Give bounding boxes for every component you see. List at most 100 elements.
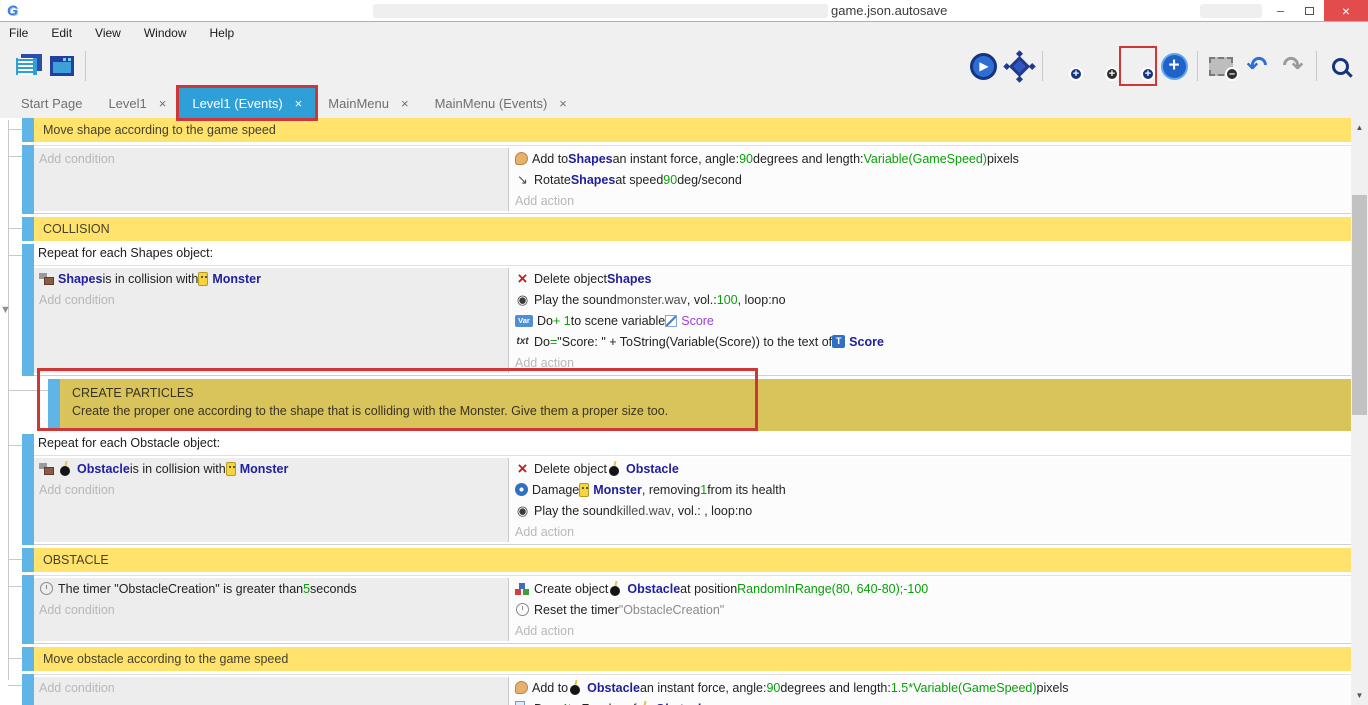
action-line[interactable]: ×Delete object Shapes	[515, 268, 1351, 289]
action-line[interactable]: txtDo = "Score: " + ToString(Variable(Sc…	[515, 331, 1351, 352]
add-subevent-icon[interactable]: +	[1084, 47, 1120, 85]
foreach-header[interactable]: Repeat for each Shapes object:	[34, 244, 1351, 265]
project-manager-icon[interactable]	[8, 47, 44, 85]
add-condition-placeholder[interactable]: Add condition	[39, 479, 508, 500]
conditions-cell[interactable]: Add condition	[34, 148, 509, 211]
conditions-cell[interactable]: The timer "ObstacleCreation" is greater …	[34, 578, 509, 641]
menu-help[interactable]: Help	[210, 26, 235, 40]
add-other-event-icon[interactable]: +	[1156, 47, 1192, 85]
event-selection-bar[interactable]	[22, 575, 34, 644]
standard-event[interactable]: The timer "ObstacleCreation" is greater …	[0, 575, 1351, 644]
delete-event-icon[interactable]: –	[1203, 47, 1239, 85]
tab-close-icon[interactable]: ×	[159, 96, 167, 111]
tab-close-icon[interactable]: ×	[401, 96, 409, 111]
menu-view[interactable]: View	[95, 26, 121, 40]
add-event-icon[interactable]: +	[1048, 47, 1084, 85]
foreach-event[interactable]: Repeat for each Obstacle object: Obstacle…	[0, 434, 1351, 545]
debug-icon[interactable]	[1001, 47, 1037, 85]
scene-editor-icon[interactable]	[44, 47, 80, 85]
standard-event[interactable]: Add condition Add to Obstacle an instant …	[0, 674, 1351, 705]
undo-icon[interactable]: ↶	[1239, 47, 1275, 85]
search-icon[interactable]	[1322, 47, 1358, 85]
text-segment: Monster	[212, 272, 261, 286]
foreach-header[interactable]: Repeat for each Obstacle object:	[34, 434, 1351, 455]
comment-event[interactable]: COLLISION	[0, 217, 1351, 241]
actions-cell[interactable]: ×Delete object ObstacleDamage Monster, r…	[509, 458, 1351, 542]
scroll-up-icon[interactable]: ▲	[1351, 120, 1368, 135]
tab-close-icon[interactable]: ×	[295, 96, 303, 111]
tab-level1-events[interactable]: Level1 (Events)×	[179, 88, 315, 118]
add-action-placeholder[interactable]: Add action	[515, 352, 1351, 373]
action-line[interactable]: ◉Play the sound monster.wav, vol.: 100, …	[515, 289, 1351, 310]
vertical-scrollbar[interactable]: ▲ ▼	[1351, 118, 1368, 705]
standard-event[interactable]: Add condition Add to Shapes an instant fo…	[0, 145, 1351, 214]
text-segment: 90	[663, 173, 677, 187]
restore-button[interactable]	[1295, 0, 1324, 21]
event-selection-bar[interactable]	[22, 434, 34, 545]
add-comment-icon[interactable]: +	[1120, 47, 1156, 85]
menu-edit[interactable]: Edit	[51, 26, 72, 40]
actions-cell[interactable]: Create object Obstacle at position Rando…	[509, 578, 1351, 641]
add-action-placeholder[interactable]: Add action	[515, 190, 1351, 211]
event-selection-bar[interactable]	[22, 145, 34, 214]
comment-text-bar[interactable]: COLLISION	[34, 217, 1351, 241]
event-selection-bar[interactable]	[22, 244, 34, 376]
tab-close-icon[interactable]: ×	[559, 96, 567, 111]
comment-text-bar[interactable]: Move shape according to the game speed	[34, 118, 1351, 142]
event-selection-bar[interactable]	[48, 379, 60, 431]
action-line[interactable]: ◉Play the sound killed.wav, vol.: , loop…	[515, 500, 1351, 521]
tab-start-page[interactable]: Start Page	[8, 88, 95, 118]
action-line[interactable]: ↘Rotate Shapes at speed 90deg/second	[515, 169, 1351, 190]
action-line[interactable]: ×Delete object Obstacle	[515, 458, 1351, 479]
actions-cell[interactable]: Add to Shapes an instant force, angle: 9…	[509, 148, 1351, 211]
action-line[interactable]: Add to Obstacle an instant force, angle:…	[515, 677, 1351, 698]
event-selection-bar[interactable]	[22, 674, 34, 705]
action-line[interactable]: Add to Shapes an instant force, angle: 9…	[515, 148, 1351, 169]
tab-level1[interactable]: Level1×	[95, 88, 179, 118]
close-button[interactable]: ×	[1324, 0, 1368, 21]
tab-mainmenu-events[interactable]: MainMenu (Events)×	[422, 88, 580, 118]
action-line[interactable]: Damage Monster, removing 1 from its heal…	[515, 479, 1351, 500]
add-condition-placeholder[interactable]: Add condition	[39, 148, 508, 169]
comment-event[interactable]: OBSTACLE	[0, 548, 1351, 572]
comment-text-bar[interactable]: Move obstacle according to the game spee…	[34, 647, 1351, 671]
conditions-cell[interactable]: Obstacle is in collision with MonsterAdd…	[34, 458, 509, 542]
comment-event[interactable]: Move obstacle according to the game spee…	[0, 647, 1351, 671]
add-condition-placeholder[interactable]: Add condition	[39, 677, 508, 698]
event-gutter	[0, 434, 22, 545]
comment-selected-bar[interactable]: CREATE PARTICLESCreate the proper one ac…	[60, 379, 1351, 431]
action-line[interactable]: Reset the timer "ObstacleCreation"	[515, 599, 1351, 620]
comment-text-bar[interactable]: OBSTACLE	[34, 548, 1351, 572]
menu-window[interactable]: Window	[144, 26, 187, 40]
condition-line[interactable]: Obstacle is in collision with Monster	[39, 458, 508, 479]
conditions-cell[interactable]: Add condition	[34, 677, 509, 705]
foreach-event[interactable]: Repeat for each Shapes object: Shapes is …	[0, 244, 1351, 376]
add-action-placeholder[interactable]: Add action	[515, 620, 1351, 641]
comment-event[interactable]: CREATE PARTICLESCreate the proper one ac…	[0, 379, 1351, 431]
condition-line[interactable]: The timer "ObstacleCreation" is greater …	[39, 578, 508, 599]
play-icon[interactable]: ▶	[965, 47, 1001, 85]
add-condition-placeholder[interactable]: Add condition	[39, 599, 508, 620]
text-segment: Obstacle	[656, 702, 709, 705]
comment-event[interactable]: Move shape according to the game speed	[0, 118, 1351, 142]
event-selection-bar[interactable]	[22, 647, 34, 671]
tab-mainmenu[interactable]: MainMenu×	[315, 88, 421, 118]
fold-arrow-icon[interactable]: ▼	[0, 304, 11, 316]
scrollbar-thumb[interactable]	[1352, 195, 1367, 415]
event-selection-bar[interactable]	[22, 118, 34, 142]
action-line[interactable]: Create object Obstacle at position Rando…	[515, 578, 1351, 599]
condition-line[interactable]: Shapes is in collision with Monster	[39, 268, 508, 289]
event-selection-bar[interactable]	[22, 217, 34, 241]
redo-icon[interactable]: ↷	[1275, 47, 1311, 85]
menu-file[interactable]: File	[9, 26, 28, 40]
add-condition-placeholder[interactable]: Add condition	[39, 289, 508, 310]
scroll-down-icon[interactable]: ▼	[1351, 688, 1368, 703]
conditions-cell[interactable]: Shapes is in collision with MonsterAdd c…	[34, 268, 509, 373]
actions-cell[interactable]: Add to Obstacle an instant force, angle:…	[509, 677, 1351, 705]
add-action-placeholder[interactable]: Add action	[515, 521, 1351, 542]
actions-cell[interactable]: ×Delete object Shapes◉Play the sound mon…	[509, 268, 1351, 373]
minimize-button[interactable]: –	[1266, 0, 1295, 21]
event-selection-bar[interactable]	[22, 548, 34, 572]
action-line[interactable]: VarDo + 1 to scene variable Score	[515, 310, 1351, 331]
action-line[interactable]: Do = 4 to Z-order of Obstacle	[515, 698, 1351, 705]
